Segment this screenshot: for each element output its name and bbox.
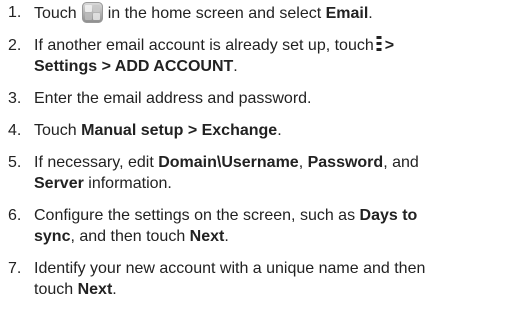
step-item: 4. Touch Manual setup > Exchange. xyxy=(0,120,528,141)
step-text-run: in the home screen and select xyxy=(107,5,326,22)
step-number: 4. xyxy=(8,122,22,139)
step-item: 2. If another email account is already se… xyxy=(0,35,528,77)
step-number: 3. xyxy=(8,90,22,107)
step-text-run: . xyxy=(112,281,117,298)
step-text-run: , and then touch xyxy=(70,228,190,245)
menu-dots-icon xyxy=(376,35,382,52)
step-text-run: If necessary, edit xyxy=(34,154,159,171)
step-text-run: . xyxy=(233,58,238,75)
step-text-run: , xyxy=(298,154,308,171)
step-number: 2. xyxy=(8,37,22,54)
step-text-run: , and xyxy=(383,154,419,171)
bold-term: sync xyxy=(34,228,71,245)
step-text-run: Enter the email address and password. xyxy=(34,90,312,107)
bold-term: Domain\Username xyxy=(158,154,299,171)
bold-term: Days to xyxy=(359,207,418,224)
step-item: 7. Identify your new account with a uniqu… xyxy=(0,258,528,300)
bold-term: > xyxy=(384,37,395,54)
step-text: Touch in the home screen and select Email… xyxy=(34,2,373,23)
step-number: 1. xyxy=(8,4,22,21)
bold-term: Next xyxy=(189,228,225,245)
step-item: 5. If necessary, edit Domain\Username, Pa… xyxy=(0,152,528,194)
bold-term: Settings > ADD ACCOUNT xyxy=(34,58,234,75)
step-text: Identify your new account with a unique … xyxy=(34,260,425,298)
step-text: Configure the settings on the screen, su… xyxy=(34,207,417,245)
step-text-run: If another email account is already set … xyxy=(34,37,374,54)
bold-term: Next xyxy=(77,281,113,298)
step-item: 6. Configure the settings on the screen, … xyxy=(0,205,528,247)
step-text: Touch Manual setup > Exchange. xyxy=(34,122,282,139)
instruction-steps-list: 1. Touch in the home screen and select Ema… xyxy=(0,2,528,311)
bold-term: Email xyxy=(325,5,369,22)
bold-term: Password xyxy=(307,154,384,171)
step-text-run: Configure the settings on the screen, su… xyxy=(34,207,360,224)
step-text-run: Touch xyxy=(34,122,82,139)
step-text-run: . xyxy=(224,228,229,245)
step-number: 7. xyxy=(8,260,22,277)
step-number: 6. xyxy=(8,207,22,224)
home-screen-app-icon xyxy=(81,2,103,23)
step-item: 3. Enter the email address and password. xyxy=(0,88,528,109)
bold-term: Server xyxy=(34,175,84,192)
step-text-run: . xyxy=(368,5,373,22)
step-text: Enter the email address and password. xyxy=(34,90,311,107)
step-number: 5. xyxy=(8,154,22,171)
step-text-run: Touch xyxy=(34,5,77,22)
step-text-run: . xyxy=(277,122,282,139)
step-text-run: touch xyxy=(34,281,78,298)
step-item: 1. Touch in the home screen and select Ema… xyxy=(0,2,528,24)
step-text-run: information. xyxy=(83,175,172,192)
step-text: If necessary, edit Domain\Username, Pass… xyxy=(34,154,419,192)
bold-term: Manual setup > Exchange xyxy=(81,122,278,139)
step-text-run: Identify your new account with a unique … xyxy=(34,260,426,277)
step-text: If another email account is already set … xyxy=(34,35,395,75)
